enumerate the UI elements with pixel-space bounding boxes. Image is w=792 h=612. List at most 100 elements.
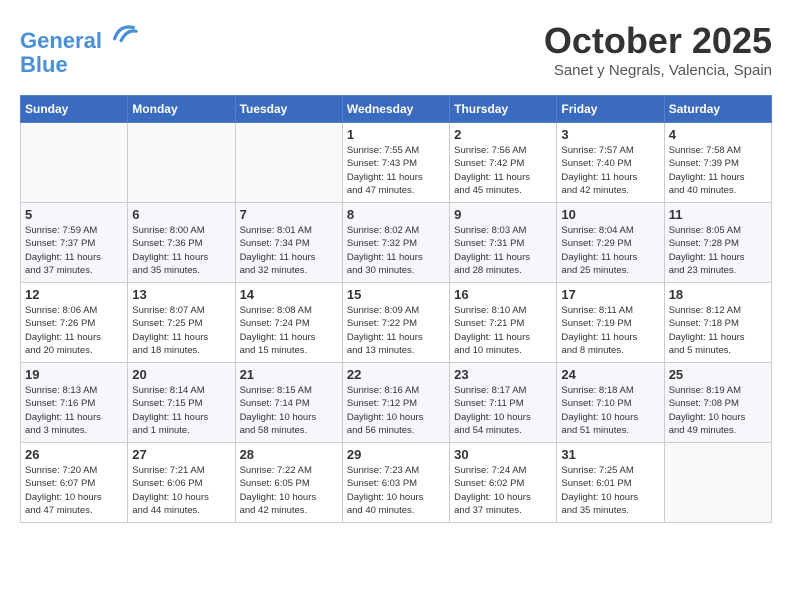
calendar-cell: 21 Sunrise: 8:15 AM Sunset: 7:14 PM Dayli… — [235, 363, 342, 443]
weekday-header-tuesday: Tuesday — [235, 96, 342, 123]
day-number: 5 — [25, 207, 123, 222]
calendar-cell: 27 Sunrise: 7:21 AM Sunset: 6:06 PM Dayli… — [128, 443, 235, 523]
calendar-cell: 10Sunrise: 8:04 AM Sunset: 7:29 PM Dayli… — [557, 203, 664, 283]
day-number: 31 — [561, 447, 659, 462]
day-number: 20 — [132, 367, 230, 382]
calendar-week-row: 26 Sunrise: 7:20 AM Sunset: 6:07 PM Dayli… — [21, 443, 772, 523]
day-number: 24 — [561, 367, 659, 382]
day-info: Sunrise: 7:57 AM Sunset: 7:40 PM Dayligh… — [561, 144, 659, 197]
logo-text: General — [20, 20, 138, 53]
day-number: 28 — [240, 447, 338, 462]
day-number: 19 — [25, 367, 123, 382]
calendar-cell: 31 Sunrise: 7:25 AM Sunset: 6:01 PM Dayli… — [557, 443, 664, 523]
day-number: 9 — [454, 207, 552, 222]
day-number: 15 — [347, 287, 445, 302]
calendar-cell: 12 Sunrise: 8:06 AM Sunset: 7:26 PM Dayli… — [21, 283, 128, 363]
title-block: October 2025 Sanet y Negrals, Valencia, … — [544, 20, 772, 79]
day-info: Sunrise: 8:06 AM Sunset: 7:26 PM Dayligh… — [25, 304, 123, 357]
page-header: General Blue October 2025 Sanet y Negral… — [20, 20, 772, 79]
calendar-week-row: 12 Sunrise: 8:06 AM Sunset: 7:26 PM Dayli… — [21, 283, 772, 363]
day-number: 30 — [454, 447, 552, 462]
calendar-cell: 29Sunrise: 7:23 AM Sunset: 6:03 PM Dayli… — [342, 443, 449, 523]
calendar-week-row: 19 Sunrise: 8:13 AM Sunset: 7:16 PM Dayli… — [21, 363, 772, 443]
day-number: 1 — [347, 127, 445, 142]
calendar-cell: 3 Sunrise: 7:57 AM Sunset: 7:40 PM Daylig… — [557, 123, 664, 203]
logo-blue: Blue — [20, 53, 138, 77]
calendar-cell: 14 Sunrise: 8:08 AM Sunset: 7:24 PM Dayli… — [235, 283, 342, 363]
day-info: Sunrise: 8:10 AM Sunset: 7:21 PM Dayligh… — [454, 304, 552, 357]
calendar-cell: 2 Sunrise: 7:56 AM Sunset: 7:42 PM Daylig… — [450, 123, 557, 203]
day-number: 7 — [240, 207, 338, 222]
day-info: Sunrise: 8:08 AM Sunset: 7:24 PM Dayligh… — [240, 304, 338, 357]
day-info: Sunrise: 8:09 AM Sunset: 7:22 PM Dayligh… — [347, 304, 445, 357]
day-info: Sunrise: 8:19 AM Sunset: 7:08 PM Dayligh… — [669, 384, 767, 437]
calendar-cell — [664, 443, 771, 523]
weekday-header-monday: Monday — [128, 96, 235, 123]
day-info: Sunrise: 8:02 AM Sunset: 7:32 PM Dayligh… — [347, 224, 445, 277]
calendar-cell: 23 Sunrise: 8:17 AM Sunset: 7:11 PM Dayli… — [450, 363, 557, 443]
day-number: 14 — [240, 287, 338, 302]
day-info: Sunrise: 8:11 AM Sunset: 7:19 PM Dayligh… — [561, 304, 659, 357]
day-info: Sunrise: 7:22 AM Sunset: 6:05 PM Dayligh… — [240, 464, 338, 517]
calendar-cell: 5 Sunrise: 7:59 AM Sunset: 7:37 PM Daylig… — [21, 203, 128, 283]
calendar-cell: 20 Sunrise: 8:14 AM Sunset: 7:15 PM Dayli… — [128, 363, 235, 443]
day-info: Sunrise: 7:21 AM Sunset: 6:06 PM Dayligh… — [132, 464, 230, 517]
day-info: Sunrise: 7:56 AM Sunset: 7:42 PM Dayligh… — [454, 144, 552, 197]
day-info: Sunrise: 8:16 AM Sunset: 7:12 PM Dayligh… — [347, 384, 445, 437]
calendar-cell: 11Sunrise: 8:05 AM Sunset: 7:28 PM Dayli… — [664, 203, 771, 283]
calendar-cell: 22Sunrise: 8:16 AM Sunset: 7:12 PM Dayli… — [342, 363, 449, 443]
calendar-cell: 26 Sunrise: 7:20 AM Sunset: 6:07 PM Dayli… — [21, 443, 128, 523]
weekday-header-saturday: Saturday — [664, 96, 771, 123]
day-info: Sunrise: 7:55 AM Sunset: 7:43 PM Dayligh… — [347, 144, 445, 197]
day-number: 27 — [132, 447, 230, 462]
day-info: Sunrise: 8:05 AM Sunset: 7:28 PM Dayligh… — [669, 224, 767, 277]
day-info: Sunrise: 8:00 AM Sunset: 7:36 PM Dayligh… — [132, 224, 230, 277]
day-info: Sunrise: 7:20 AM Sunset: 6:07 PM Dayligh… — [25, 464, 123, 517]
weekday-header-thursday: Thursday — [450, 96, 557, 123]
day-number: 17 — [561, 287, 659, 302]
calendar-table: SundayMondayTuesdayWednesdayThursdayFrid… — [20, 95, 772, 523]
day-number: 26 — [25, 447, 123, 462]
location-subtitle: Sanet y Negrals, Valencia, Spain — [544, 62, 772, 79]
day-info: Sunrise: 8:07 AM Sunset: 7:25 PM Dayligh… — [132, 304, 230, 357]
day-number: 23 — [454, 367, 552, 382]
day-number: 3 — [561, 127, 659, 142]
day-info: Sunrise: 8:13 AM Sunset: 7:16 PM Dayligh… — [25, 384, 123, 437]
calendar-cell: 8Sunrise: 8:02 AM Sunset: 7:32 PM Daylig… — [342, 203, 449, 283]
calendar-cell: 25Sunrise: 8:19 AM Sunset: 7:08 PM Dayli… — [664, 363, 771, 443]
day-number: 6 — [132, 207, 230, 222]
weekday-header-wednesday: Wednesday — [342, 96, 449, 123]
day-info: Sunrise: 7:25 AM Sunset: 6:01 PM Dayligh… — [561, 464, 659, 517]
day-info: Sunrise: 8:15 AM Sunset: 7:14 PM Dayligh… — [240, 384, 338, 437]
day-info: Sunrise: 8:12 AM Sunset: 7:18 PM Dayligh… — [669, 304, 767, 357]
day-number: 10 — [561, 207, 659, 222]
day-info: Sunrise: 8:03 AM Sunset: 7:31 PM Dayligh… — [454, 224, 552, 277]
calendar-cell — [235, 123, 342, 203]
calendar-cell: 28 Sunrise: 7:22 AM Sunset: 6:05 PM Dayli… — [235, 443, 342, 523]
day-number: 12 — [25, 287, 123, 302]
day-number: 21 — [240, 367, 338, 382]
day-info: Sunrise: 8:01 AM Sunset: 7:34 PM Dayligh… — [240, 224, 338, 277]
weekday-header-friday: Friday — [557, 96, 664, 123]
day-number: 2 — [454, 127, 552, 142]
day-info: Sunrise: 7:59 AM Sunset: 7:37 PM Dayligh… — [25, 224, 123, 277]
calendar-cell: 1 Sunrise: 7:55 AM Sunset: 7:43 PM Daylig… — [342, 123, 449, 203]
calendar-cell: 9 Sunrise: 8:03 AM Sunset: 7:31 PM Daylig… — [450, 203, 557, 283]
calendar-cell: 30Sunrise: 7:24 AM Sunset: 6:02 PM Dayli… — [450, 443, 557, 523]
day-info: Sunrise: 8:14 AM Sunset: 7:15 PM Dayligh… — [132, 384, 230, 437]
calendar-header: SundayMondayTuesdayWednesdayThursdayFrid… — [21, 96, 772, 123]
calendar-cell: 19 Sunrise: 8:13 AM Sunset: 7:16 PM Dayli… — [21, 363, 128, 443]
day-info: Sunrise: 7:58 AM Sunset: 7:39 PM Dayligh… — [669, 144, 767, 197]
day-number: 18 — [669, 287, 767, 302]
calendar-week-row: 1 Sunrise: 7:55 AM Sunset: 7:43 PM Daylig… — [21, 123, 772, 203]
day-number: 29 — [347, 447, 445, 462]
calendar-cell: 24Sunrise: 8:18 AM Sunset: 7:10 PM Dayli… — [557, 363, 664, 443]
day-number: 4 — [669, 127, 767, 142]
calendar-cell — [21, 123, 128, 203]
calendar-cell — [128, 123, 235, 203]
calendar-cell: 15 Sunrise: 8:09 AM Sunset: 7:22 PM Dayli… — [342, 283, 449, 363]
day-number: 16 — [454, 287, 552, 302]
calendar-cell: 16 Sunrise: 8:10 AM Sunset: 7:21 PM Dayli… — [450, 283, 557, 363]
day-info: Sunrise: 8:17 AM Sunset: 7:11 PM Dayligh… — [454, 384, 552, 437]
calendar-cell: 7 Sunrise: 8:01 AM Sunset: 7:34 PM Daylig… — [235, 203, 342, 283]
